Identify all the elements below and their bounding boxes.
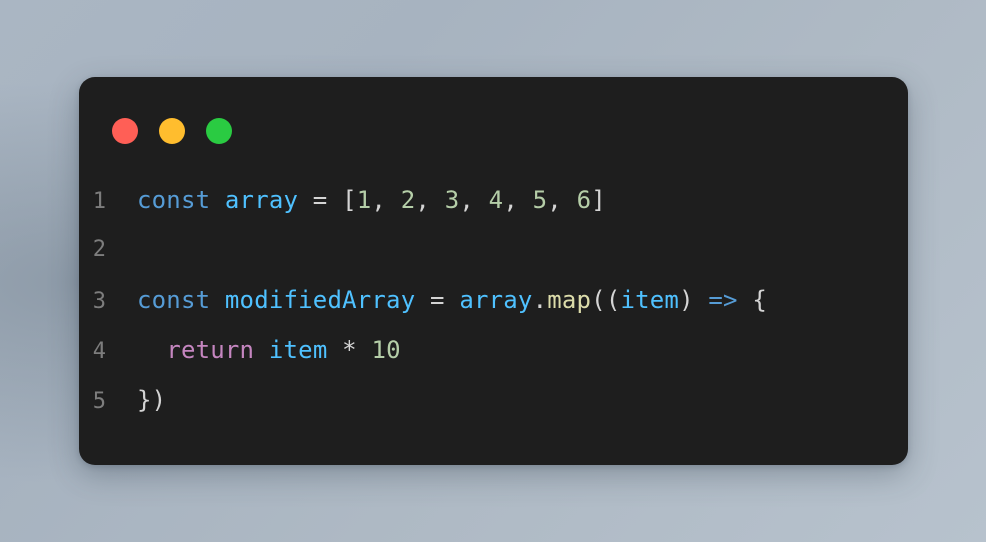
- code-token-punctuation: [254, 336, 269, 364]
- code-token-punctuation: .: [532, 286, 548, 314]
- code-token-variable: item: [620, 286, 680, 314]
- code-token-number: 6: [576, 186, 592, 214]
- code-token-punctuation: *: [327, 336, 372, 364]
- code-token-function: map: [547, 286, 592, 314]
- code-token-punctuation: [210, 286, 225, 314]
- code-token-punctuation: ]: [591, 186, 606, 214]
- line-number: 1: [92, 189, 106, 214]
- code-token-number: 2: [400, 186, 416, 214]
- code-token-punctuation: }): [137, 386, 167, 414]
- code-token-punctuation: ,: [547, 186, 577, 214]
- code-token-punctuation: = [: [298, 186, 357, 214]
- code-token-punctuation: ): [679, 286, 709, 314]
- close-dot[interactable]: [112, 118, 138, 144]
- code-token-variable: modifiedArray: [224, 286, 416, 314]
- code-editor[interactable]: 1 const array = [1, 2, 3, 4, 5, 6] 2 3 const…: [79, 175, 908, 425]
- code-token-variable: array: [224, 186, 299, 214]
- minimize-dot[interactable]: [159, 118, 185, 144]
- code-text[interactable]: const array = [1, 2, 3, 4, 5, 6]: [137, 175, 606, 225]
- code-token-punctuation: ,: [371, 186, 401, 214]
- code-snippet-window: 1 const array = [1, 2, 3, 4, 5, 6] 2 3 const…: [79, 77, 908, 465]
- code-token-punctuation: =: [415, 286, 460, 314]
- code-token-punctuation: ,: [459, 186, 489, 214]
- code-token-punctuation: ,: [503, 186, 533, 214]
- code-line[interactable]: 3 const modifiedArray = array.map((item) …: [79, 275, 908, 325]
- code-token-number: 5: [532, 186, 548, 214]
- code-token-punctuation: [210, 186, 225, 214]
- window-titlebar: [112, 118, 232, 144]
- page-background: 1 const array = [1, 2, 3, 4, 5, 6] 2 3 const…: [0, 0, 986, 542]
- code-text[interactable]: return item * 10: [137, 325, 401, 375]
- code-line[interactable]: 2: [79, 225, 908, 275]
- code-token-punctuation: {: [737, 286, 768, 314]
- code-line[interactable]: 5}): [79, 375, 908, 425]
- code-token-punctuation: [137, 336, 166, 364]
- code-token-number: 1: [356, 186, 372, 214]
- line-number: 4: [92, 339, 106, 364]
- code-text[interactable]: const modifiedArray = array.map((item) =…: [137, 275, 767, 325]
- code-token-keyword: const: [137, 286, 211, 314]
- code-token-variable: item: [268, 336, 328, 364]
- maximize-dot[interactable]: [206, 118, 232, 144]
- line-number: 3: [92, 289, 106, 314]
- code-text[interactable]: }): [137, 375, 166, 425]
- code-line[interactable]: 4 return item * 10: [79, 325, 908, 375]
- code-token-number: 3: [444, 186, 460, 214]
- code-token-control: return: [166, 336, 255, 364]
- line-number: 2: [92, 237, 106, 262]
- code-token-variable: array: [459, 286, 533, 314]
- code-token-number: 10: [371, 336, 401, 364]
- code-token-keyword: const: [137, 186, 211, 214]
- code-token-punctuation: ,: [415, 186, 445, 214]
- line-number: 5: [92, 389, 106, 414]
- code-token-keyword: =>: [708, 286, 738, 314]
- code-token-number: 4: [488, 186, 504, 214]
- code-token-punctuation: ((: [591, 286, 621, 314]
- code-line[interactable]: 1 const array = [1, 2, 3, 4, 5, 6]: [79, 175, 908, 225]
